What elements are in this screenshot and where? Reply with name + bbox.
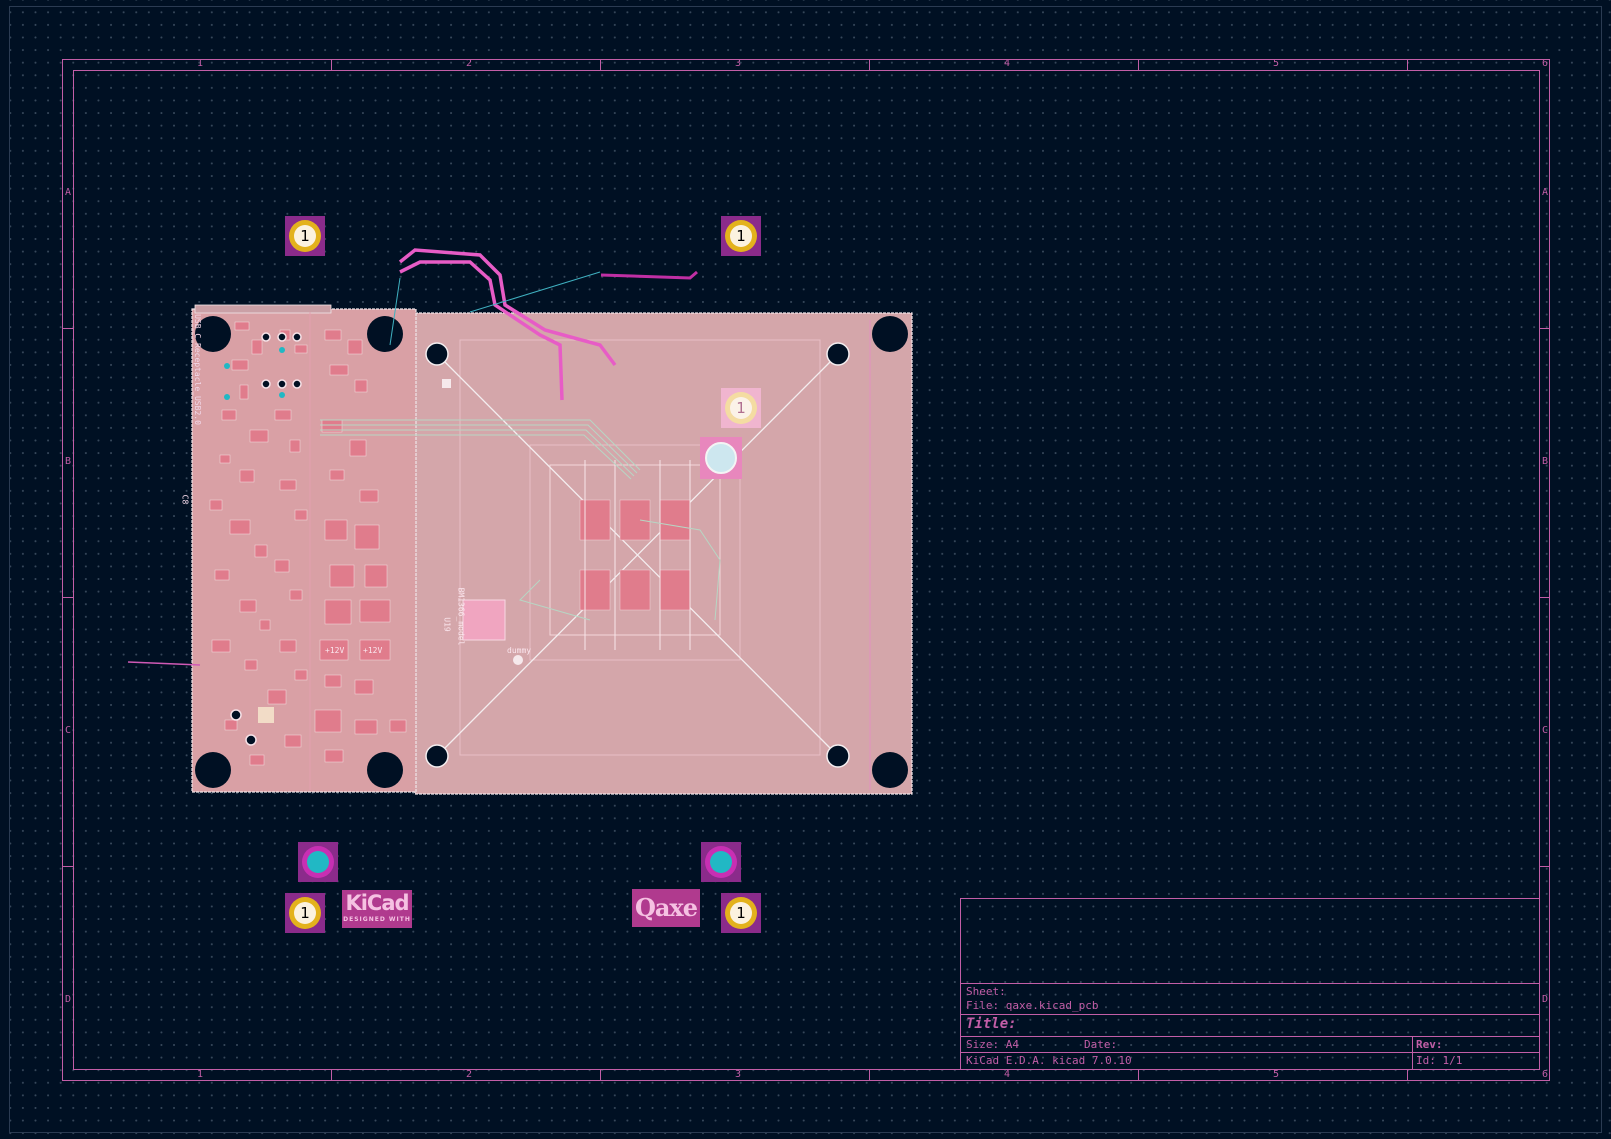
fiducial-pad-top-left[interactable]: 1 [285, 216, 325, 256]
title-block-divider [961, 983, 1539, 984]
plated-via-right[interactable] [701, 842, 741, 882]
component-u19 [462, 599, 506, 641]
sheet-label: Sheet: [966, 985, 1006, 998]
plated-via-left[interactable] [298, 842, 338, 882]
silkscreen-dummy: dummy [507, 646, 532, 655]
board-outline-left [191, 308, 417, 793]
fiducial-pad-board[interactable]: 1 [721, 388, 761, 428]
title-block-divider [961, 1036, 1539, 1037]
pad-number: 1 [294, 902, 316, 924]
test-pad [442, 379, 451, 388]
left-module-top [194, 304, 332, 314]
trace-stub [600, 270, 698, 280]
heatsink-hole [425, 342, 449, 366]
dummy-fiducial [513, 655, 523, 665]
sheet-id-label: Id: 1/1 [1416, 1054, 1463, 1067]
fiducial-circle [705, 442, 737, 474]
pad-number: 1 [294, 225, 316, 247]
silkscreen-c8: C8 [180, 494, 190, 505]
heatsink-hole [425, 744, 449, 768]
heatsink-hole [826, 342, 850, 366]
size-label: Size: A4 [966, 1038, 1019, 1051]
title-block-divider [961, 1052, 1539, 1053]
kicad-logo-text: KiCad [345, 891, 409, 915]
kicad-logo-subtext: DESIGNED WITH [343, 916, 411, 923]
silkscreen-12v-a: +12V [325, 646, 345, 655]
title-block: Sheet: File: qaxe.kicad_pcb Title: Size:… [960, 898, 1540, 1070]
bottom-left-pad [258, 707, 274, 723]
silkscreen-12v-b: +12V [363, 646, 383, 655]
pad-number: 1 [730, 225, 752, 247]
mounting-hole [195, 752, 231, 788]
kicad-logo[interactable]: KiCad DESIGNED WITH [342, 890, 412, 928]
mounting-hole [872, 752, 908, 788]
mounting-hole [872, 316, 908, 352]
silkscreen-usb-label: USB_C_Receptacle_USB2.0 [192, 314, 202, 425]
heatsink-hole [826, 744, 850, 768]
fiducial-pad-top-right[interactable]: 1 [721, 216, 761, 256]
rev-label: Rev: [1416, 1038, 1443, 1051]
pad-number: 1 [730, 397, 752, 419]
bottom-left-via [230, 709, 242, 721]
bottom-left-via [245, 734, 257, 746]
date-label: Date: [1084, 1038, 1118, 1051]
silkscreen-asic-model: BM1366_model [456, 587, 466, 646]
mounting-hole [367, 316, 403, 352]
title-block-divider [961, 1014, 1539, 1015]
via-hole-icon [307, 851, 329, 873]
pcb-canvas[interactable]: 1 2 3 4 5 6 1 2 3 4 5 6 A B C D A B C D [0, 0, 1611, 1139]
ratsnest-line [127, 661, 201, 666]
kicad-version-label: KiCad E.D.A. kicad 7.0.10 [966, 1054, 1132, 1067]
fiducial-pad-bottom-right[interactable]: 1 [721, 893, 761, 933]
via-hole-icon [710, 851, 732, 873]
mounting-hole [367, 752, 403, 788]
title-label: Title: [966, 1016, 1017, 1032]
board-outline-right [414, 312, 913, 795]
qaxe-logo[interactable]: Qaxe [632, 889, 700, 927]
silkscreen-u19: U19 [442, 617, 452, 632]
pad-number: 1 [730, 902, 752, 924]
file-label: File: qaxe.kicad_pcb [966, 999, 1099, 1012]
title-block-vdivider [1412, 1036, 1413, 1070]
fiducial-pad-bottom-left[interactable]: 1 [285, 893, 325, 933]
